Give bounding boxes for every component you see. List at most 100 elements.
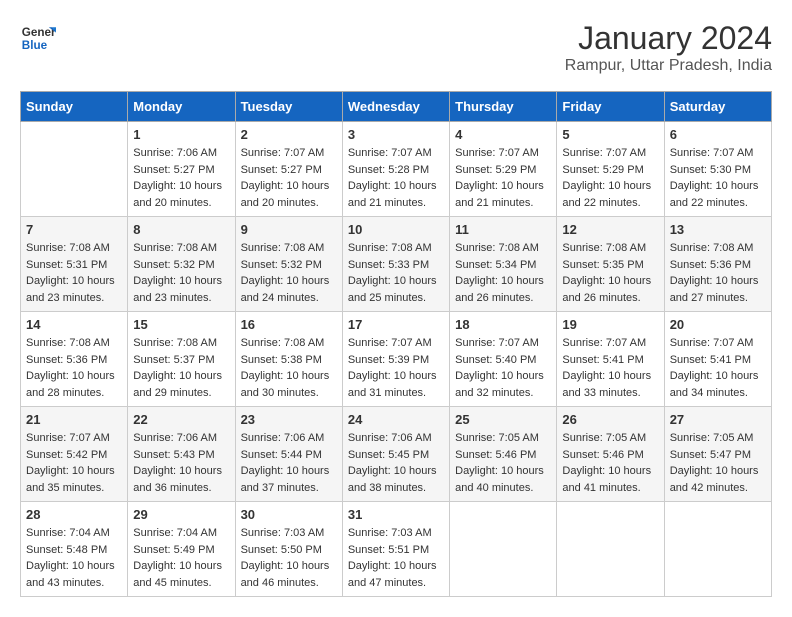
calendar-day: 26Sunrise: 7:05 AM Sunset: 5:46 PM Dayli… <box>557 407 664 502</box>
title-section: January 2024 Rampur, Uttar Pradesh, Indi… <box>565 20 772 75</box>
calendar-week: 1 Sunrise: 7:06 AM Sunset: 5:27 PM Daylig… <box>21 122 772 217</box>
calendar-day: 20 Sunrise: 7:07 AM Sunset: 5:41 PM Dayli… <box>664 312 771 407</box>
day-info: Sunrise: 7:08 AM Sunset: 5:36 PM Dayligh… <box>670 240 766 306</box>
calendar-day: 21Sunrise: 7:07 AM Sunset: 5:42 PM Dayli… <box>21 407 128 502</box>
calendar-week: 28Sunrise: 7:04 AM Sunset: 5:48 PM Dayli… <box>21 502 772 597</box>
logo: General Blue <box>20 20 56 56</box>
calendar-week: 21Sunrise: 7:07 AM Sunset: 5:42 PM Dayli… <box>21 407 772 502</box>
day-number: 8 <box>133 222 229 237</box>
calendar-day <box>557 502 664 597</box>
day-info: Sunrise: 7:03 AM Sunset: 5:50 PM Dayligh… <box>241 525 337 591</box>
calendar-day: 22Sunrise: 7:06 AM Sunset: 5:43 PM Dayli… <box>128 407 235 502</box>
calendar-day: 31 Sunrise: 7:03 AM Sunset: 5:51 PM Dayli… <box>342 502 449 597</box>
header-day: Monday <box>128 92 235 122</box>
day-info: Sunrise: 7:05 AM Sunset: 5:46 PM Dayligh… <box>455 430 551 496</box>
day-number: 17 <box>348 317 444 332</box>
calendar-day: 23 Sunrise: 7:06 AM Sunset: 5:44 PM Dayli… <box>235 407 342 502</box>
day-number: 23 <box>241 412 337 427</box>
day-info: Sunrise: 7:08 AM Sunset: 5:32 PM Dayligh… <box>133 240 229 306</box>
day-info: Sunrise: 7:03 AM Sunset: 5:51 PM Dayligh… <box>348 525 444 591</box>
day-info: Sunrise: 7:05 AM Sunset: 5:47 PM Dayligh… <box>670 430 766 496</box>
header-day: Tuesday <box>235 92 342 122</box>
day-number: 10 <box>348 222 444 237</box>
calendar-day <box>664 502 771 597</box>
day-number: 22 <box>133 412 229 427</box>
header-day: Sunday <box>21 92 128 122</box>
day-info: Sunrise: 7:07 AM Sunset: 5:40 PM Dayligh… <box>455 335 551 401</box>
day-info: Sunrise: 7:08 AM Sunset: 5:33 PM Dayligh… <box>348 240 444 306</box>
calendar-day: 8 Sunrise: 7:08 AM Sunset: 5:32 PM Daylig… <box>128 217 235 312</box>
day-info: Sunrise: 7:07 AM Sunset: 5:27 PM Dayligh… <box>241 145 337 211</box>
day-info: Sunrise: 7:07 AM Sunset: 5:41 PM Dayligh… <box>670 335 766 401</box>
day-number: 2 <box>241 127 337 142</box>
header-day: Friday <box>557 92 664 122</box>
calendar-day: 6 Sunrise: 7:07 AM Sunset: 5:30 PM Daylig… <box>664 122 771 217</box>
day-number: 26 <box>562 412 658 427</box>
calendar-day: 29 Sunrise: 7:04 AM Sunset: 5:49 PM Dayli… <box>128 502 235 597</box>
day-info: Sunrise: 7:07 AM Sunset: 5:41 PM Dayligh… <box>562 335 658 401</box>
day-info: Sunrise: 7:08 AM Sunset: 5:35 PM Dayligh… <box>562 240 658 306</box>
day-number: 13 <box>670 222 766 237</box>
day-number: 1 <box>133 127 229 142</box>
day-number: 9 <box>241 222 337 237</box>
calendar-table: SundayMondayTuesdayWednesdayThursdayFrid… <box>20 91 772 597</box>
calendar-day: 1 Sunrise: 7:06 AM Sunset: 5:27 PM Daylig… <box>128 122 235 217</box>
calendar-day: 7Sunrise: 7:08 AM Sunset: 5:31 PM Daylig… <box>21 217 128 312</box>
day-number: 30 <box>241 507 337 522</box>
day-info: Sunrise: 7:07 AM Sunset: 5:29 PM Dayligh… <box>562 145 658 211</box>
calendar-day: 9Sunrise: 7:08 AM Sunset: 5:32 PM Daylig… <box>235 217 342 312</box>
calendar-day: 13 Sunrise: 7:08 AM Sunset: 5:36 PM Dayli… <box>664 217 771 312</box>
location: Rampur, Uttar Pradesh, India <box>565 57 772 75</box>
header-row: SundayMondayTuesdayWednesdayThursdayFrid… <box>21 92 772 122</box>
calendar-day: 25 Sunrise: 7:05 AM Sunset: 5:46 PM Dayli… <box>450 407 557 502</box>
calendar-day: 14 Sunrise: 7:08 AM Sunset: 5:36 PM Dayli… <box>21 312 128 407</box>
day-number: 29 <box>133 507 229 522</box>
day-info: Sunrise: 7:08 AM Sunset: 5:31 PM Dayligh… <box>26 240 122 306</box>
calendar-day: 28Sunrise: 7:04 AM Sunset: 5:48 PM Dayli… <box>21 502 128 597</box>
day-info: Sunrise: 7:08 AM Sunset: 5:36 PM Dayligh… <box>26 335 122 401</box>
day-number: 12 <box>562 222 658 237</box>
day-info: Sunrise: 7:08 AM Sunset: 5:34 PM Dayligh… <box>455 240 551 306</box>
page-header: General Blue January 2024 Rampur, Uttar … <box>20 20 772 75</box>
calendar-day: 15Sunrise: 7:08 AM Sunset: 5:37 PM Dayli… <box>128 312 235 407</box>
day-info: Sunrise: 7:04 AM Sunset: 5:49 PM Dayligh… <box>133 525 229 591</box>
calendar-day: 5Sunrise: 7:07 AM Sunset: 5:29 PM Daylig… <box>557 122 664 217</box>
calendar-week: 14 Sunrise: 7:08 AM Sunset: 5:36 PM Dayli… <box>21 312 772 407</box>
header-day: Thursday <box>450 92 557 122</box>
calendar-day: 3 Sunrise: 7:07 AM Sunset: 5:28 PM Daylig… <box>342 122 449 217</box>
day-number: 21 <box>26 412 122 427</box>
day-number: 15 <box>133 317 229 332</box>
day-info: Sunrise: 7:06 AM Sunset: 5:45 PM Dayligh… <box>348 430 444 496</box>
month-title: January 2024 <box>565 20 772 57</box>
day-number: 20 <box>670 317 766 332</box>
calendar-day: 19Sunrise: 7:07 AM Sunset: 5:41 PM Dayli… <box>557 312 664 407</box>
day-number: 31 <box>348 507 444 522</box>
calendar-day: 2 Sunrise: 7:07 AM Sunset: 5:27 PM Daylig… <box>235 122 342 217</box>
calendar-day: 11 Sunrise: 7:08 AM Sunset: 5:34 PM Dayli… <box>450 217 557 312</box>
day-number: 11 <box>455 222 551 237</box>
day-info: Sunrise: 7:06 AM Sunset: 5:27 PM Dayligh… <box>133 145 229 211</box>
day-info: Sunrise: 7:07 AM Sunset: 5:30 PM Dayligh… <box>670 145 766 211</box>
day-info: Sunrise: 7:07 AM Sunset: 5:29 PM Dayligh… <box>455 145 551 211</box>
day-number: 25 <box>455 412 551 427</box>
day-number: 6 <box>670 127 766 142</box>
calendar-day: 30 Sunrise: 7:03 AM Sunset: 5:50 PM Dayli… <box>235 502 342 597</box>
day-info: Sunrise: 7:08 AM Sunset: 5:38 PM Dayligh… <box>241 335 337 401</box>
calendar-week: 7Sunrise: 7:08 AM Sunset: 5:31 PM Daylig… <box>21 217 772 312</box>
day-info: Sunrise: 7:06 AM Sunset: 5:44 PM Dayligh… <box>241 430 337 496</box>
calendar-day <box>21 122 128 217</box>
day-number: 3 <box>348 127 444 142</box>
header-day: Wednesday <box>342 92 449 122</box>
logo-icon: General Blue <box>20 20 56 56</box>
calendar-day <box>450 502 557 597</box>
header-day: Saturday <box>664 92 771 122</box>
day-info: Sunrise: 7:04 AM Sunset: 5:48 PM Dayligh… <box>26 525 122 591</box>
day-info: Sunrise: 7:07 AM Sunset: 5:28 PM Dayligh… <box>348 145 444 211</box>
day-number: 14 <box>26 317 122 332</box>
calendar-day: 18Sunrise: 7:07 AM Sunset: 5:40 PM Dayli… <box>450 312 557 407</box>
calendar-day: 27Sunrise: 7:05 AM Sunset: 5:47 PM Dayli… <box>664 407 771 502</box>
day-number: 16 <box>241 317 337 332</box>
calendar-header: SundayMondayTuesdayWednesdayThursdayFrid… <box>21 92 772 122</box>
day-number: 24 <box>348 412 444 427</box>
calendar-day: 4Sunrise: 7:07 AM Sunset: 5:29 PM Daylig… <box>450 122 557 217</box>
